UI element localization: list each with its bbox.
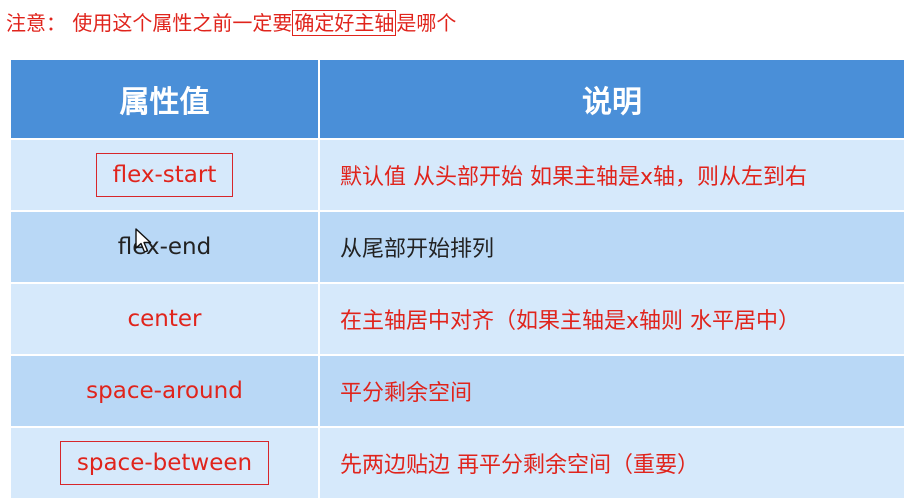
- description-cell: 在主轴居中对齐（如果主轴是x轴则 水平居中）: [320, 284, 904, 354]
- property-table: 属性值 说明 flex-start 默认值 从头部开始 如果主轴是x轴，则从左到…: [11, 60, 904, 500]
- header-description: 说明: [320, 60, 904, 138]
- value-cell: center: [11, 284, 320, 354]
- header-value: 属性值: [11, 60, 320, 138]
- description-flex-start: 默认值 从头部开始 如果主轴是x轴，则从左到右: [340, 165, 808, 190]
- description-space-between: 先两边贴边 再平分剩余空间（重要）: [340, 453, 699, 478]
- value-flex-end: flex-end: [117, 234, 212, 260]
- description-cell: 平分剩余空间: [320, 356, 904, 426]
- page: 注意： 使用这个属性之前一定要 确定好主轴 是哪个 属性值 说明 flex-star…: [0, 0, 906, 503]
- table-header-row: 属性值 说明: [11, 60, 904, 140]
- description-center: 在主轴居中对齐（如果主轴是x轴则 水平居中）: [340, 309, 801, 334]
- table-row: center 在主轴居中对齐（如果主轴是x轴则 水平居中）: [11, 284, 904, 356]
- description-cell: 先两边贴边 再平分剩余空间（重要）: [320, 428, 904, 498]
- value-center: center: [127, 306, 202, 332]
- value-cell: space-around: [11, 356, 320, 426]
- value-flex-start: flex-start: [95, 153, 234, 197]
- table-row: space-between 先两边贴边 再平分剩余空间（重要）: [11, 428, 904, 500]
- note-highlight: 确定好主轴: [292, 10, 397, 36]
- description-flex-end: 从尾部开始排列: [340, 237, 495, 262]
- mouse-cursor-icon: [135, 228, 152, 253]
- note-suffix: 是哪个: [396, 11, 457, 35]
- value-cell: space-between: [11, 428, 320, 498]
- description-space-around: 平分剩余空间: [340, 381, 473, 406]
- value-space-around: space-around: [86, 378, 243, 404]
- note-prefix: 注意： 使用这个属性之前一定要: [6, 11, 293, 35]
- description-cell: 默认值 从头部开始 如果主轴是x轴，则从左到右: [320, 140, 904, 210]
- description-cell: 从尾部开始排列: [320, 212, 904, 282]
- note-text: 注意： 使用这个属性之前一定要 确定好主轴 是哪个: [6, 8, 456, 38]
- table-row: space-around 平分剩余空间: [11, 356, 904, 428]
- table-row: flex-start 默认值 从头部开始 如果主轴是x轴，则从左到右: [11, 140, 904, 212]
- value-cell: flex-start: [11, 140, 320, 210]
- value-cell: flex-end: [11, 212, 320, 282]
- value-space-between: space-between: [59, 441, 270, 485]
